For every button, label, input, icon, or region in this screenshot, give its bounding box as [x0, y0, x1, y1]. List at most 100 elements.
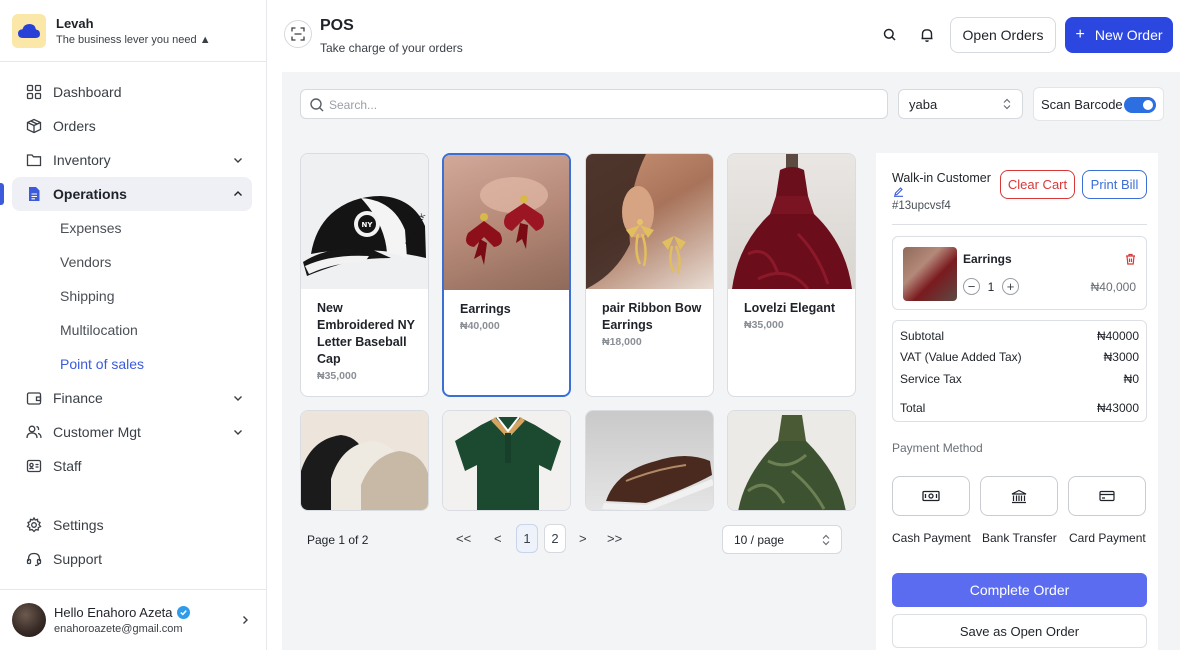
increment-button[interactable]: + [1002, 278, 1019, 295]
sidebar: Levah The business lever you need ▲ Dash… [0, 0, 267, 650]
vat-label: VAT (Value Added Tax) [900, 350, 1022, 364]
user-name: Hello Enahoro Azeta [54, 605, 173, 620]
cart-panel: Walk-in Customer #13upcvsf4 Clear Cart P… [876, 153, 1158, 650]
subtotal-label: Subtotal [900, 329, 945, 343]
first-page-button[interactable]: << [456, 524, 471, 553]
chevron-down-icon [234, 430, 242, 435]
subtotal-value: ₦40000 [1096, 329, 1139, 343]
brand-name: Levah [56, 16, 94, 31]
sidebar-item-settings[interactable]: Settings [12, 508, 252, 542]
sidebar-subitem-point-of-sales[interactable]: Point of sales [12, 347, 252, 381]
next-page-button[interactable]: > [579, 524, 587, 553]
user-profile[interactable]: Hello Enahoro Azeta enahoroazete@gmail.c… [12, 602, 257, 638]
search-icon [310, 98, 324, 112]
cash-payment-button[interactable] [892, 476, 970, 516]
product-card[interactable] [300, 410, 429, 511]
sidebar-item-support[interactable]: Support [12, 542, 252, 576]
users-icon [26, 424, 42, 440]
cash-payment-label: Cash Payment [892, 531, 971, 545]
product-card[interactable]: pair Ribbon Bow Earrings ₦18,000 [585, 153, 714, 397]
sidebar-item-label: Finance [53, 390, 103, 406]
new-order-button[interactable]: + New Order [1065, 17, 1173, 53]
chevron-down-icon [234, 158, 242, 163]
document-icon [26, 186, 42, 202]
product-name: Earrings [460, 302, 511, 316]
page-size-select[interactable]: 10 / page [722, 525, 842, 554]
sidebar-nav: Dashboard Orders Inventory Operations Ex… [12, 75, 252, 483]
svg-text:NY: NY [353, 246, 366, 255]
product-image-green-dress [728, 411, 855, 510]
quantity-value: 1 [987, 279, 995, 294]
pencil-icon[interactable] [893, 186, 904, 197]
product-image-polo [443, 411, 570, 510]
sidebar-item-customer-mgt[interactable]: Customer Mgt [12, 415, 252, 449]
product-image-earrings [444, 155, 569, 290]
scan-barcode-toggle[interactable] [1124, 97, 1156, 113]
card-payment-button[interactable] [1068, 476, 1146, 516]
product-card[interactable] [442, 410, 571, 511]
save-open-order-button[interactable]: Save as Open Order [892, 614, 1147, 648]
sidebar-item-inventory[interactable]: Inventory [12, 143, 252, 177]
id-card-icon [26, 458, 42, 474]
product-card[interactable]: Lovelzi Elegant ₦35,000 [727, 153, 856, 397]
page-title: POS [320, 17, 354, 34]
print-bill-button[interactable]: Print Bill [1082, 170, 1147, 199]
sidebar-subitem-multilocation[interactable]: Multilocation [12, 313, 252, 347]
box-icon [26, 118, 42, 134]
product-card[interactable] [585, 410, 714, 511]
product-image-cap: NY NEW YORK NY [301, 154, 428, 289]
cash-icon [922, 490, 940, 502]
trash-icon[interactable] [1125, 253, 1136, 265]
divider [892, 224, 1147, 225]
sidebar-item-label: Inventory [53, 152, 111, 168]
product-price: ₦35,000 [317, 370, 357, 382]
customer-name: Walk-in Customer [892, 171, 991, 185]
product-card[interactable]: Earrings ₦40,000 [442, 153, 571, 397]
sidebar-subitem-expenses[interactable]: Expenses [12, 211, 252, 245]
quantity-stepper: − 1 + [963, 278, 1019, 295]
open-orders-button[interactable]: Open Orders [950, 17, 1056, 53]
product-search[interactable] [300, 89, 888, 119]
product-card[interactable]: NY NEW YORK NY New Embroidered NY Letter… [300, 153, 429, 397]
page-1-button[interactable]: 1 [516, 524, 538, 553]
cart-line-item: Earrings − 1 + ₦40,000 [892, 236, 1147, 310]
headset-icon [26, 551, 42, 567]
brand[interactable]: Levah The business lever you need ▲ [12, 14, 211, 48]
decrement-button[interactable]: − [963, 278, 980, 295]
brand-tagline: The business lever you need ▲ [56, 34, 211, 46]
new-order-label: New Order [1094, 27, 1163, 43]
location-select[interactable]: yaba [898, 89, 1023, 119]
bank-transfer-button[interactable] [980, 476, 1058, 516]
sidebar-item-staff[interactable]: Staff [12, 449, 252, 483]
search-icon[interactable] [881, 26, 899, 44]
product-name: New Embroidered NY Letter Baseball Cap [317, 301, 415, 366]
sidebar-item-finance[interactable]: Finance [12, 381, 252, 415]
chevron-right-icon [243, 616, 248, 624]
sidebar-item-operations[interactable]: Operations [12, 177, 252, 211]
product-card[interactable] [727, 410, 856, 511]
gear-icon [26, 517, 42, 533]
chevron-up-icon [234, 191, 242, 196]
cloud-logo-icon [12, 14, 46, 48]
plus-icon: + [1075, 26, 1085, 43]
page-header: POS Take charge of your orders Open Orde… [267, 0, 1200, 72]
page-size-value: 10 / page [734, 532, 785, 547]
search-input[interactable] [329, 95, 869, 115]
clear-cart-button[interactable]: Clear Cart [1000, 170, 1075, 199]
prev-page-button[interactable]: < [494, 524, 502, 553]
bell-icon[interactable] [918, 26, 936, 44]
pos-main: yaba Scan Barcode NY NEW YORK NY [282, 72, 1180, 650]
sidebar-subitem-vendors[interactable]: Vendors [12, 245, 252, 279]
sidebar-item-orders[interactable]: Orders [12, 109, 252, 143]
user-email: enahoroazete@gmail.com [54, 623, 183, 635]
complete-order-button[interactable]: Complete Order [892, 573, 1147, 607]
total-label: Total [900, 401, 926, 415]
last-page-button[interactable]: >> [607, 524, 622, 553]
sidebar-subitem-shipping[interactable]: Shipping [12, 279, 252, 313]
pos-app: Levah The business lever you need ▲ Dash… [0, 0, 1200, 650]
active-indicator [0, 183, 4, 205]
wallet-icon [26, 390, 42, 406]
page-subtitle: Take charge of your orders [320, 41, 463, 55]
page-2-button[interactable]: 2 [544, 524, 566, 553]
sidebar-item-dashboard[interactable]: Dashboard [12, 75, 252, 109]
